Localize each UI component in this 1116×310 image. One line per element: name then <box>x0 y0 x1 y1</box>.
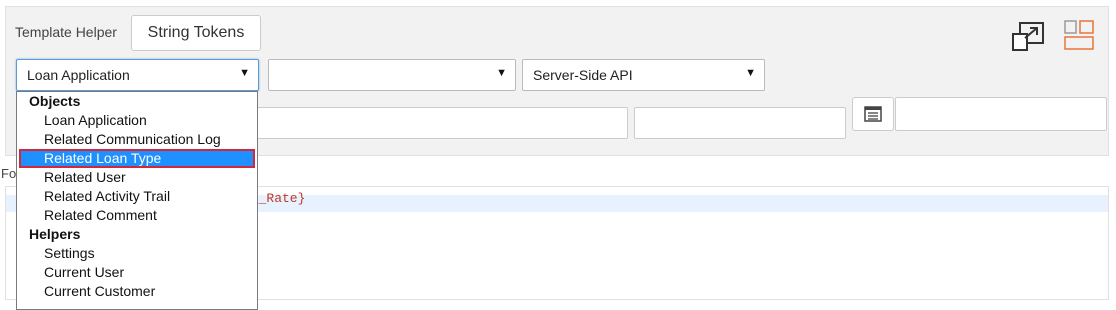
object-select[interactable]: Loan Application ▼ <box>16 59 259 91</box>
dropdown-item-settings[interactable]: Settings <box>17 244 257 263</box>
chevron-down-icon: ▼ <box>496 67 507 79</box>
dropdown-item-related-communication-log[interactable]: Related Communication Log <box>17 130 257 149</box>
string-tokens-button[interactable]: String Tokens <box>131 15 261 51</box>
dropdown-item-current-customer[interactable]: Current Customer <box>17 282 257 301</box>
dropdown-item-related-activity-trail[interactable]: Related Activity Trail <box>17 187 257 206</box>
field-select[interactable]: ▼ <box>268 59 516 91</box>
object-select-value: Loan Application <box>27 67 130 83</box>
token-input[interactable] <box>250 107 628 139</box>
dropdown-item-current-user[interactable]: Current User <box>17 263 257 282</box>
list-button[interactable] <box>852 97 894 131</box>
object-dropdown-list: Objects Loan Application Related Communi… <box>16 91 258 310</box>
layout-toggle-icon[interactable] <box>1063 19 1095 51</box>
api-select[interactable]: Server-Side API ▼ <box>522 59 765 91</box>
formula-label: Fo <box>1 166 17 181</box>
api-select-value: Server-Side API <box>533 67 633 83</box>
chevron-down-icon: ▼ <box>745 67 756 79</box>
dropdown-group-helpers: Helpers <box>29 226 81 242</box>
dropdown-item-related-loan-type[interactable]: Related Loan Type <box>19 149 255 168</box>
format-input[interactable] <box>634 107 846 139</box>
list-icon <box>864 106 882 122</box>
chevron-down-icon: ▼ <box>239 67 250 79</box>
dropdown-item-related-user[interactable]: Related User <box>17 168 257 187</box>
dropdown-item-loan-application[interactable]: Loan Application <box>17 111 257 130</box>
dropdown-group-objects: Objects <box>29 93 81 109</box>
template-helper-label: Template Helper <box>15 24 117 40</box>
dropdown-item-related-comment[interactable]: Related Comment <box>17 206 257 225</box>
popout-window-icon[interactable] <box>1011 22 1045 52</box>
result-input[interactable] <box>895 97 1107 131</box>
